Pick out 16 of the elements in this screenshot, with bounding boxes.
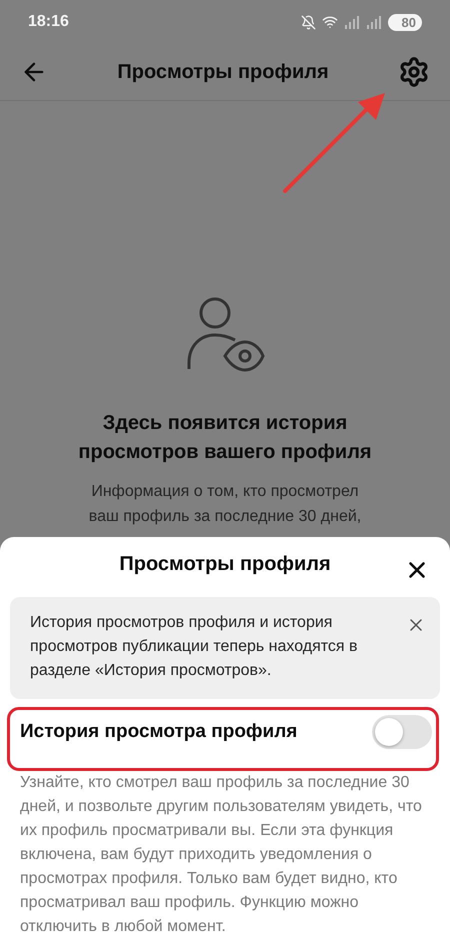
notice-text: История просмотров профиля и история просмотров публикации теперь находятся в разделе «История просмотров». [30, 613, 359, 682]
gear-icon [398, 56, 430, 88]
signal-icon [366, 15, 382, 29]
wifi-icon [322, 14, 338, 30]
empty-state-heading: Здесь появится история просмотров вашего профиля [77, 411, 373, 465]
empty-state-text: Информация о том, кто просмотрел ваш профиль за последние 30 дней, [88, 482, 362, 527]
profile-views-icon [185, 297, 265, 373]
status-time: 18:16 [28, 13, 69, 31]
signal-icon [344, 15, 360, 29]
setting-label: История просмотра профиля [20, 721, 298, 744]
sheet-title: Просмотры профиля [119, 552, 331, 576]
battery-indicator: 80 [388, 14, 422, 30]
setting-description: Узнайте, кто смотрел ваш профиль за последние 30 дней, и позвольте другим пользователям увидеть, что их профиль просматривали вы. Если эта функция включена, вам будут приходить уведомления о просмотрах профиля. Только вам будет видно, кто просматривал ваш профиль. Функцию можно отключить в любой момент. [19, 773, 423, 937]
toggle-switch[interactable] [372, 715, 432, 750]
page-title: Просмотры профиля [117, 60, 329, 84]
mute-icon [300, 14, 316, 30]
